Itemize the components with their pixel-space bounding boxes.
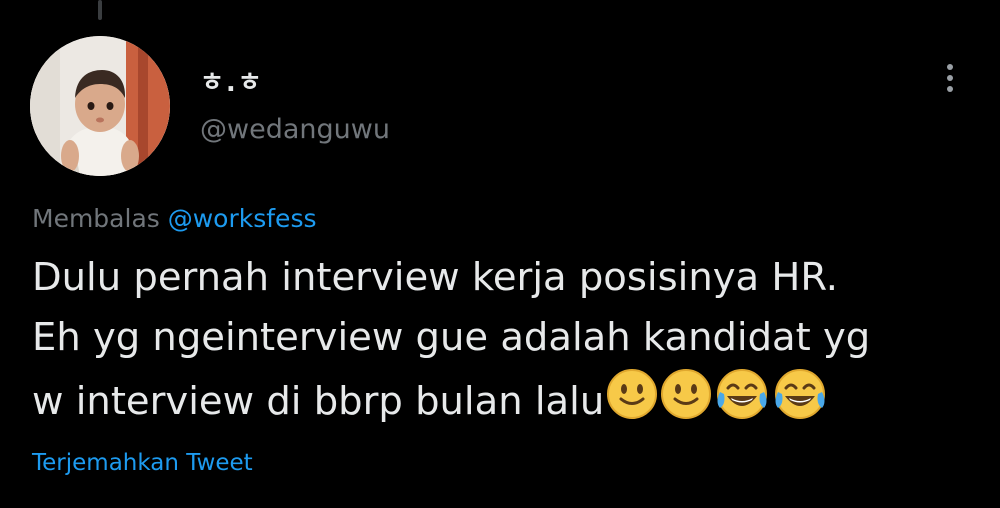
more-vertical-icon-dot bbox=[947, 75, 953, 81]
tweet-text-line: Eh yg ngeinterview gue adalah kandidat y… bbox=[32, 315, 871, 360]
user-handle[interactable]: @wedanguwu bbox=[200, 114, 390, 145]
more-vertical-icon-dot bbox=[947, 86, 953, 92]
tweet-text-line-last: w interview di bbrp bulan lalu bbox=[32, 368, 982, 438]
face-with-tears-of-joy-icon bbox=[714, 368, 770, 438]
slightly-smiling-face-icon bbox=[606, 368, 658, 438]
more-vertical-icon bbox=[947, 64, 953, 70]
reply-mention-link[interactable]: @worksfess bbox=[168, 204, 317, 233]
reply-context: Membalas @worksfess bbox=[32, 204, 317, 233]
slightly-smiling-face-icon bbox=[660, 368, 712, 438]
tweet-text-line: Dulu pernah interview kerja posisinya HR… bbox=[32, 255, 838, 300]
avatar[interactable] bbox=[30, 36, 170, 176]
display-name[interactable]: ㅎ.ㅎ bbox=[200, 62, 264, 99]
face-with-tears-of-joy-icon bbox=[772, 368, 828, 438]
translate-tweet-link[interactable]: Terjemahkan Tweet bbox=[32, 450, 253, 476]
reply-prefix: Membalas bbox=[32, 204, 168, 233]
avatar-photo bbox=[30, 36, 170, 176]
thread-connector-line bbox=[98, 0, 102, 20]
more-options-button[interactable] bbox=[930, 56, 970, 100]
tweet-text: Dulu pernah interview kerja posisinya HR… bbox=[32, 248, 982, 438]
tweet-text-line-content: w interview di bbrp bulan lalu bbox=[32, 379, 605, 424]
